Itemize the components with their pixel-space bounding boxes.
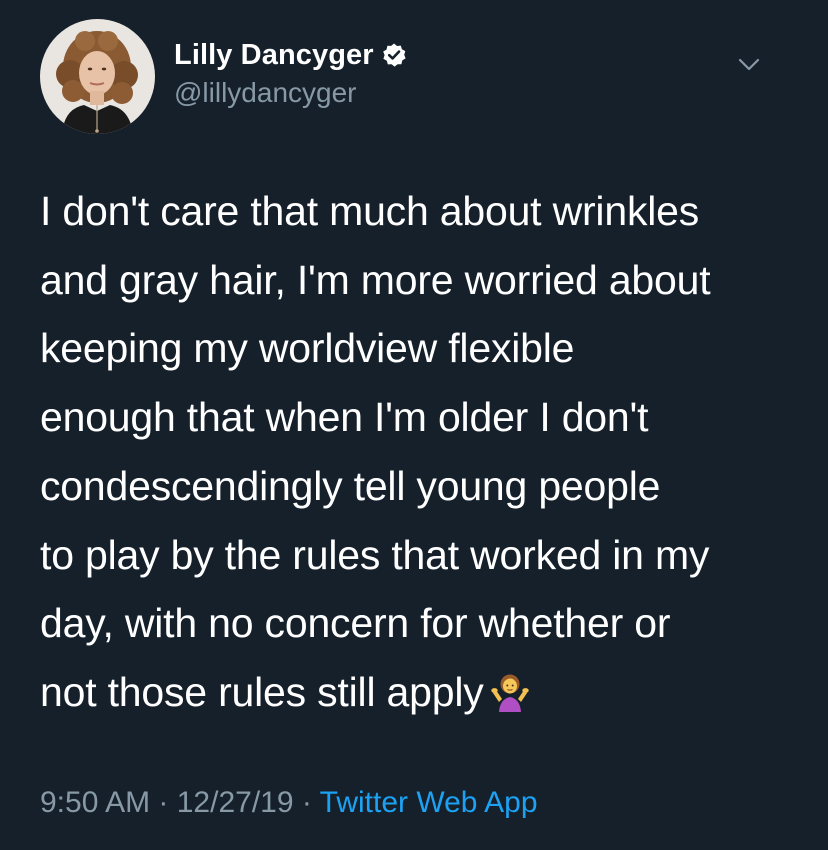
- tweet-text-line: day, with no concern for whether or: [40, 600, 671, 647]
- tweet-date[interactable]: 12/27/19: [177, 786, 294, 819]
- avatar-image: [40, 19, 155, 134]
- tweet-text-line: enough that when I'm older I don't: [40, 394, 649, 441]
- meta-separator: ·: [293, 786, 320, 819]
- tweet-card: Lilly Dancyger @lillydancyger I don't ca…: [0, 0, 828, 850]
- tweet-meta: 9:50 AM · 12/27/19 · Twitter Web App: [40, 786, 538, 820]
- tweet-text-line: to play by the rules that worked in my: [40, 531, 710, 578]
- tweet-source-link[interactable]: Twitter Web App: [320, 786, 538, 819]
- name-row: Lilly Dancyger: [174, 37, 407, 73]
- tweet-header: Lilly Dancyger @lillydancyger: [40, 19, 790, 134]
- tweet-text-line: not those rules still apply: [40, 668, 484, 715]
- tweet-time[interactable]: 9:50 AM: [40, 786, 150, 819]
- verified-badge-icon: [381, 42, 407, 68]
- display-name[interactable]: Lilly Dancyger: [174, 39, 374, 72]
- tweet-text-last-line: not those rules still apply: [40, 658, 800, 727]
- person-shrugging-emoji: [490, 664, 530, 712]
- tweet-text-line: and gray hair, I'm more worried about: [40, 256, 711, 303]
- meta-separator: ·: [150, 786, 177, 819]
- avatar[interactable]: [40, 19, 155, 134]
- tweet-text-line: condescendingly tell young people: [40, 462, 661, 509]
- user-info: Lilly Dancyger @lillydancyger: [174, 37, 407, 109]
- tweet-text-line: keeping my worldview flexible: [40, 325, 575, 372]
- tweet-text: I don't care that much about wrinkles an…: [40, 177, 800, 727]
- user-handle[interactable]: @lillydancyger: [174, 77, 407, 109]
- chevron-down-icon[interactable]: [736, 51, 762, 77]
- tweet-text-line: I don't care that much about wrinkles: [40, 188, 700, 234]
